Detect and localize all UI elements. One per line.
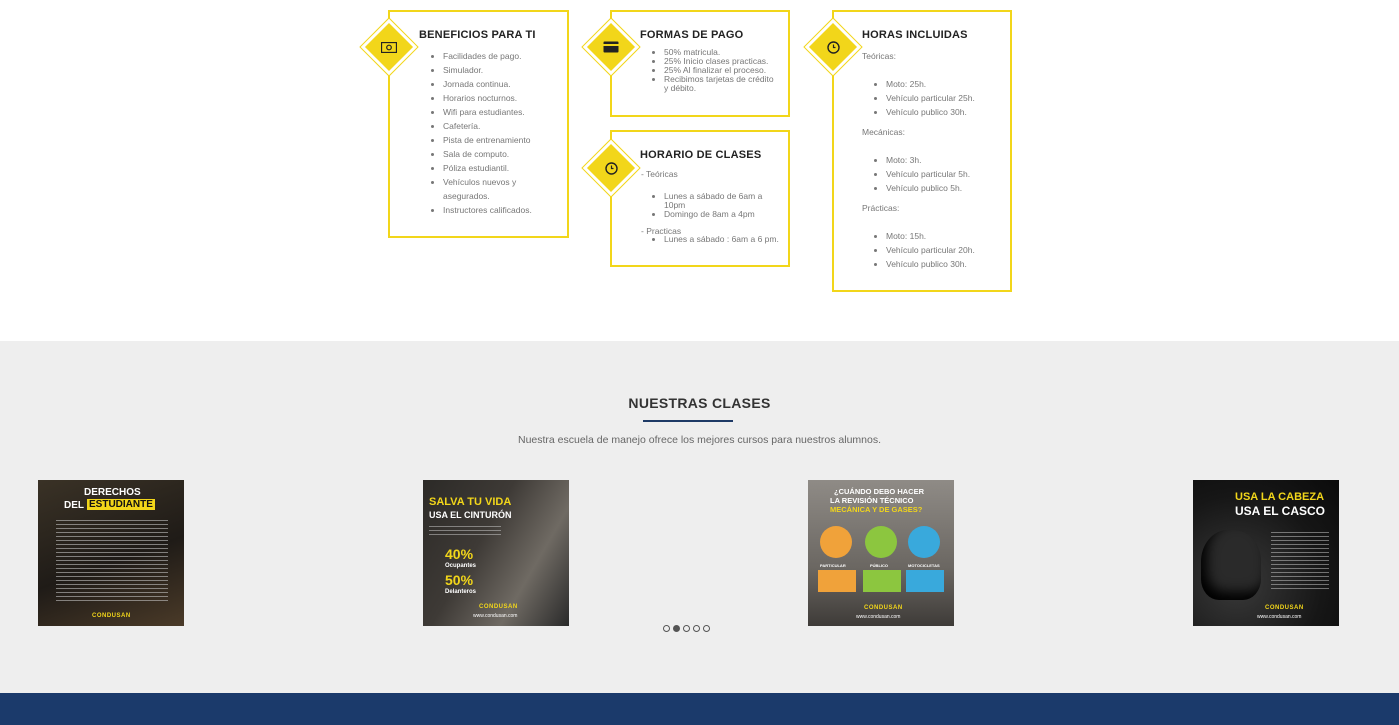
slide-heading: USA EL CASCO xyxy=(1235,504,1326,518)
schedule-card: HORARIO DE CLASES - Teóricas Lunes a sáb… xyxy=(610,130,790,267)
carousel-slide-seatbelt[interactable]: SALVA TU VIDA USA EL CINTURÓN 40% Ocupan… xyxy=(423,480,569,626)
hours-practice-list: Moto: 15h. Vehículo particular 20h. Vehí… xyxy=(886,229,1011,271)
list-item: Cafetería. xyxy=(443,119,563,133)
list-item: Horarios nocturnos. xyxy=(443,91,563,105)
slide-body-text xyxy=(429,526,501,538)
list-item: Wifi para estudiantes. xyxy=(443,105,563,119)
slide-stat-label: Ocupantes xyxy=(445,563,477,569)
hours-card: HORAS INCLUIDAS Teóricas: Moto: 25h. Veh… xyxy=(832,10,1012,292)
schedule-practice-list: Lunes a sábado : 6am a 6 pm. xyxy=(664,235,789,244)
hours-theory-list: Moto: 25h. Vehículo particular 25h. Vehí… xyxy=(886,77,1011,119)
slide-stat: 40% xyxy=(445,546,474,562)
slide-category-label: PÚBLICO xyxy=(870,563,888,568)
schedule-title: HORARIO DE CLASES xyxy=(640,149,762,161)
list-item: Instructores calificados. xyxy=(443,203,563,217)
list-item: Domingo de 8am a 4pm xyxy=(664,210,789,219)
list-item: Moto: 3h. xyxy=(886,153,1011,167)
benefits-title: BENEFICIOS PARA TI xyxy=(419,29,536,41)
list-item: Simulador. xyxy=(443,63,563,77)
slide-heading: USA LA CABEZA xyxy=(1235,491,1325,503)
list-item: Pista de entrenamiento xyxy=(443,133,563,147)
section-title: NUESTRAS CLASES xyxy=(628,395,771,411)
list-item: Vehículo particular 25h. xyxy=(886,91,1011,105)
carousel-dot[interactable] xyxy=(663,625,670,632)
slide-category-label: PARTICULAR xyxy=(820,563,846,568)
slide-url: www.condusan.com xyxy=(1257,614,1302,620)
slide-subheading: USA EL CINTURÓN xyxy=(429,510,512,520)
hours-practice-label: Prácticas: xyxy=(862,203,900,213)
slide-stat-label: Delanteros xyxy=(445,589,477,595)
list-item: Vehículos nuevos y xyxy=(443,175,563,189)
slide-logo: CONDUSAN xyxy=(864,605,903,611)
slide-heading: SALVA TU VIDA xyxy=(429,496,512,508)
list-item: Vehículo publico 5h. xyxy=(886,181,1011,195)
slide-info-box xyxy=(818,570,856,592)
carousel-dot[interactable] xyxy=(683,625,690,632)
section-divider xyxy=(643,420,733,422)
bus-icon xyxy=(865,526,897,558)
carousel-dot-active[interactable] xyxy=(673,625,680,632)
list-item: Moto: 25h. xyxy=(886,77,1011,91)
slide-heading: DEL xyxy=(64,500,84,511)
carousel-dot[interactable] xyxy=(703,625,710,632)
hours-mechanics-label: Mecánicas: xyxy=(862,127,905,137)
motorcycle-icon xyxy=(908,526,940,558)
slide-stat: 50% xyxy=(445,572,474,588)
helmet-icon xyxy=(1201,530,1261,600)
payment-list: 50% matricula. 25% Inicio clases practic… xyxy=(664,48,789,93)
clock-icon xyxy=(816,30,850,64)
slide-highlight: ESTUDIANTE xyxy=(87,499,155,510)
payment-title: FORMAS DE PAGO xyxy=(640,29,744,41)
slide-url: www.condusan.com xyxy=(856,614,901,620)
list-item: Vehículo publico 30h. xyxy=(886,105,1011,119)
carousel-pagination xyxy=(663,625,710,633)
list-item: Vehículo publico 30h. xyxy=(886,257,1011,271)
list-item: Jornada continua. xyxy=(443,77,563,91)
list-item: asegurados. xyxy=(443,191,490,201)
car-icon xyxy=(820,526,852,558)
slide-body-text xyxy=(1271,532,1329,592)
carousel-dot[interactable] xyxy=(693,625,700,632)
slide-logo: CONDUSAN xyxy=(479,604,518,610)
carousel-slide-technical-review[interactable]: ¿CUÁNDO DEBO HACER LA REVISIÓN TÉCNICO M… xyxy=(808,480,954,626)
hours-theory-label: Teóricas: xyxy=(862,51,897,61)
slide-heading: MECÁNICA Y DE GASES? xyxy=(830,505,923,514)
features-section: BENEFICIOS PARA TI Facilidades de pago. … xyxy=(0,0,1399,341)
slide-heading: ¿CUÁNDO DEBO HACER xyxy=(834,487,924,496)
carousel-slide-helmet[interactable]: USA LA CABEZA USA EL CASCO CONDUSAN www.… xyxy=(1193,480,1339,626)
hours-title: HORAS INCLUIDAS xyxy=(862,29,968,41)
schedule-theory-label: - Teóricas xyxy=(641,169,678,179)
section-subtitle: Nuestra escuela de manejo ofrece los mej… xyxy=(517,434,881,446)
schedule-theory-list: Lunes a sábado de 6am a 10pm Domingo de … xyxy=(664,192,789,219)
list-item: Vehículo particular 5h. xyxy=(886,167,1011,181)
payment-card: FORMAS DE PAGO 50% matricula. 25% Inicio… xyxy=(610,10,790,117)
slide-info-box xyxy=(906,570,944,592)
carousel-slide-student-rights[interactable]: DERECHOS DEL ESTUDIANTE CONDUSAN xyxy=(38,480,184,626)
list-item: y débito. xyxy=(664,83,697,93)
slide-logo: CONDUSAN xyxy=(1265,605,1304,611)
slide-url: www.condusan.com xyxy=(473,613,518,619)
benefits-list: Facilidades de pago. Simulador. Jornada … xyxy=(443,49,563,217)
list-item: Vehículo particular 20h. xyxy=(886,243,1011,257)
slide-body-text xyxy=(56,520,168,602)
list-item: Sala de computo. xyxy=(443,147,563,161)
money-icon xyxy=(372,30,406,64)
slide-category-label: MOTOCICLETAS xyxy=(908,563,940,568)
hours-mechanics-list: Moto: 3h. Vehículo particular 5h. Vehícu… xyxy=(886,153,1011,195)
classes-section xyxy=(0,341,1399,693)
slide-info-box xyxy=(863,570,901,592)
clock-icon xyxy=(594,151,628,185)
slide-heading: LA REVISIÓN TÉCNICO xyxy=(830,496,914,505)
credit-card-icon xyxy=(594,30,628,64)
list-item: Póliza estudiantil. xyxy=(443,161,563,175)
benefits-card: BENEFICIOS PARA TI Facilidades de pago. … xyxy=(388,10,569,238)
footer-bar xyxy=(0,693,1399,725)
slide-heading: DERECHOS xyxy=(84,487,141,498)
list-item: Moto: 15h. xyxy=(886,229,1011,243)
list-item: Facilidades de pago. xyxy=(443,49,563,63)
slide-logo: CONDUSAN xyxy=(92,613,131,619)
list-item: Lunes a sábado : 6am a 6 pm. xyxy=(664,235,789,244)
